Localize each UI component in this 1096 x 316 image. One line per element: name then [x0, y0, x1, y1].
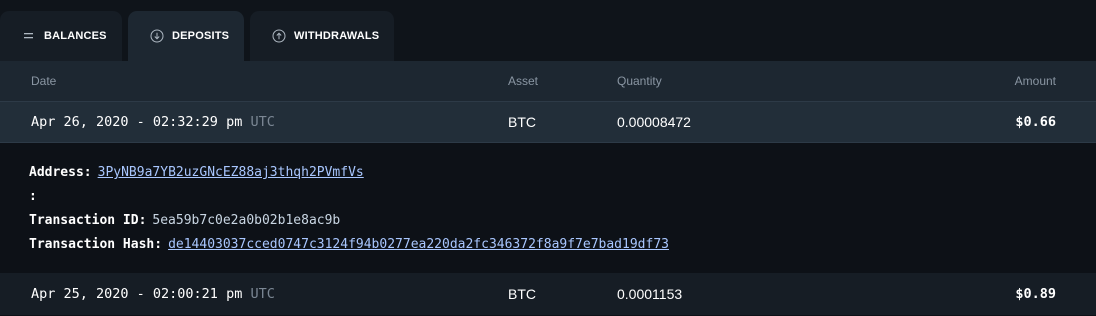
row-quantity: 0.0001153: [617, 286, 683, 302]
tab-deposits-label: DEPOSITS: [172, 30, 230, 42]
row-asset: BTC: [508, 286, 536, 302]
row-date: Apr 26, 2020 - 02:32:29 pm UTC: [31, 114, 275, 130]
address-colon: :: [29, 189, 43, 204]
tab-bar: BALANCES DEPOSITS WITHDRAWALS: [0, 0, 1096, 61]
row-date: Apr 25, 2020 - 02:00:21 pm UTC: [31, 286, 275, 302]
column-header-date[interactable]: Date: [31, 74, 56, 88]
arrow-up-circle-icon: [272, 29, 286, 43]
transaction-id-value: 5ea59b7c0e2a0b02b1e8ac9b: [152, 213, 341, 228]
address-link[interactable]: 3PyNB9a7YB2uzGNcEZ88aj3thqh2PVmfVs: [98, 165, 364, 180]
table-row[interactable]: Apr 25, 2020 - 02:00:21 pm UTC BTC 0.000…: [0, 273, 1096, 315]
row-quantity: 0.00008472: [617, 114, 691, 130]
tab-balances-label: BALANCES: [44, 30, 107, 42]
arrow-down-circle-icon: [150, 29, 164, 43]
transaction-hash-link[interactable]: de14403037cced0747c3124f94b0277ea220da2f…: [168, 237, 669, 252]
column-header-amount[interactable]: Amount: [1015, 74, 1056, 88]
transaction-id-label: Transaction ID:: [29, 213, 147, 228]
list-icon: [22, 29, 36, 43]
timezone-label: UTC: [250, 286, 275, 302]
date-value: Apr 26, 2020 - 02:32:29 pm: [31, 114, 243, 130]
column-header-asset[interactable]: Asset: [508, 74, 538, 88]
table-row[interactable]: Apr 26, 2020 - 02:32:29 pm UTC BTC 0.000…: [0, 101, 1096, 143]
row-amount: $0.89: [1015, 286, 1056, 302]
colon-text: :: [29, 189, 37, 204]
table-header: Date Asset Quantity Amount: [0, 61, 1096, 101]
tab-withdrawals[interactable]: WITHDRAWALS: [250, 11, 394, 61]
tab-balances[interactable]: BALANCES: [0, 11, 122, 61]
column-header-quantity[interactable]: Quantity: [617, 74, 662, 88]
address-label: Address:: [29, 165, 92, 180]
row-amount: $0.66: [1015, 114, 1056, 130]
transaction-hash-line: Transaction Hash: de14403037cced0747c3124…: [29, 237, 669, 252]
address-line: Address: 3PyNB9a7YB2uzGNcEZ88aj3thqh2PVmf…: [29, 165, 364, 180]
tab-withdrawals-label: WITHDRAWALS: [294, 30, 380, 42]
transaction-id-line: Transaction ID: 5ea59b7c0e2a0b02b1e8ac9b: [29, 213, 340, 228]
transaction-hash-label: Transaction Hash:: [29, 237, 163, 252]
date-value: Apr 25, 2020 - 02:00:21 pm: [31, 286, 243, 302]
deposit-details: Address: 3PyNB9a7YB2uzGNcEZ88aj3thqh2PVmf…: [0, 143, 1096, 273]
tab-deposits[interactable]: DEPOSITS: [128, 11, 244, 61]
row-asset: BTC: [508, 114, 536, 130]
timezone-label: UTC: [250, 114, 275, 130]
